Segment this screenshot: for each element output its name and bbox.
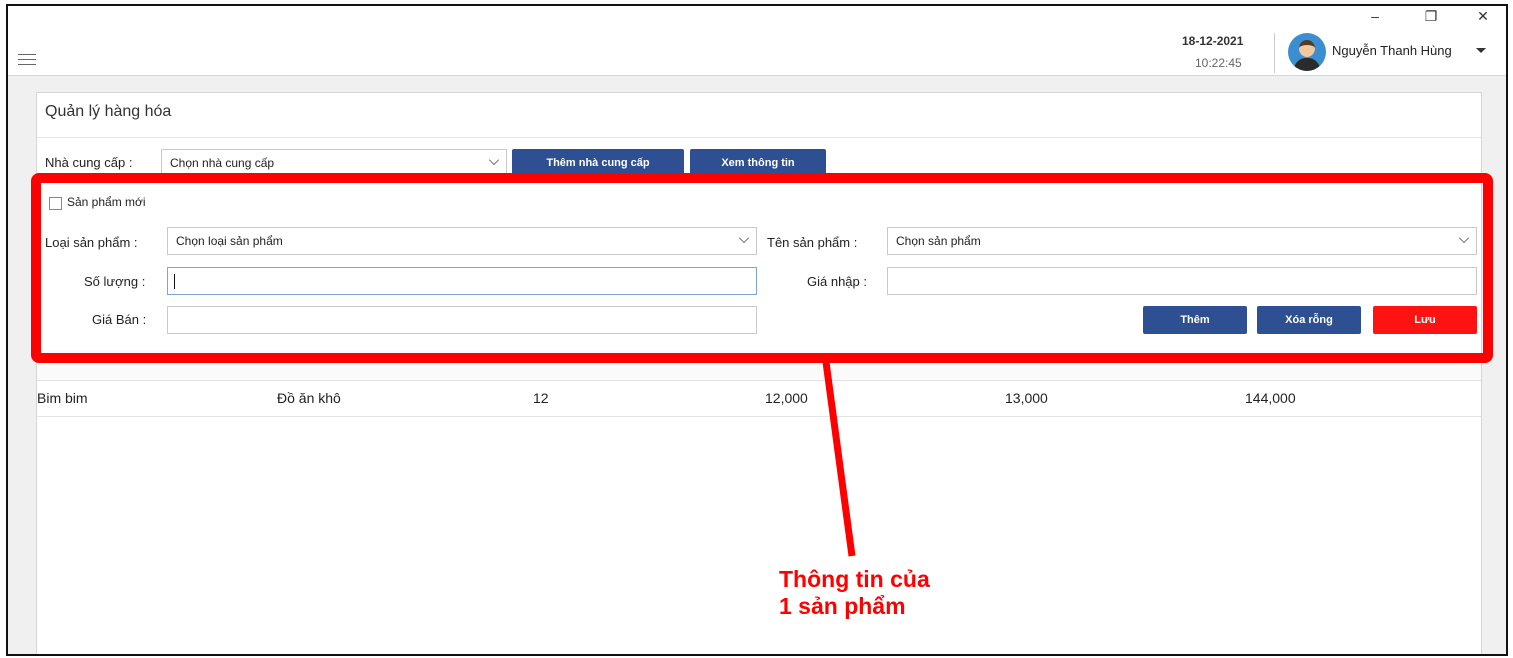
hamburger-menu-icon[interactable]: [18, 54, 36, 66]
avatar[interactable]: [1288, 33, 1326, 71]
current-date: 18-12-2021: [1182, 34, 1244, 48]
minimize-icon[interactable]: –: [1360, 8, 1390, 24]
chevron-down-icon: [488, 154, 500, 166]
header-divider: [1274, 33, 1275, 73]
caret-down-icon[interactable]: [1476, 48, 1486, 53]
annotation-line-2: 1 sản phẩm: [779, 593, 906, 619]
close-icon[interactable]: ✕: [1468, 8, 1498, 25]
cell-sale-price: 13,000: [1005, 390, 1048, 406]
annotation-label: Thông tin của 1 sản phẩm: [779, 566, 930, 620]
table-row[interactable]: Bim bim Đồ ăn khô 12 12,000 13,000 144,0…: [37, 381, 1481, 417]
user-name[interactable]: Nguyễn Thanh Hùng: [1332, 43, 1452, 58]
annotation-line-1: Thông tin của: [779, 566, 930, 592]
supplier-select-value: Chọn nhà cung cấp: [170, 156, 275, 170]
cell-total: 144,000: [1245, 390, 1296, 406]
cell-import-price: 12,000: [765, 390, 808, 406]
cell-name: Bim bim: [37, 390, 88, 406]
page-title: Quản lý hàng hóa: [45, 103, 172, 120]
current-time: 10:22:45: [1195, 56, 1242, 70]
cell-quantity: 12: [533, 390, 549, 406]
cell-category: Đồ ăn khô: [277, 390, 341, 406]
annotation-highlight-frame: [31, 173, 1493, 363]
top-bar: – ❐ ✕ 18-12-2021 10:22:45 Nguyễn Thanh H…: [8, 6, 1506, 76]
divider: [37, 137, 1481, 138]
supplier-label: Nhà cung cấp :: [45, 155, 133, 170]
restore-icon[interactable]: ❐: [1416, 8, 1446, 25]
